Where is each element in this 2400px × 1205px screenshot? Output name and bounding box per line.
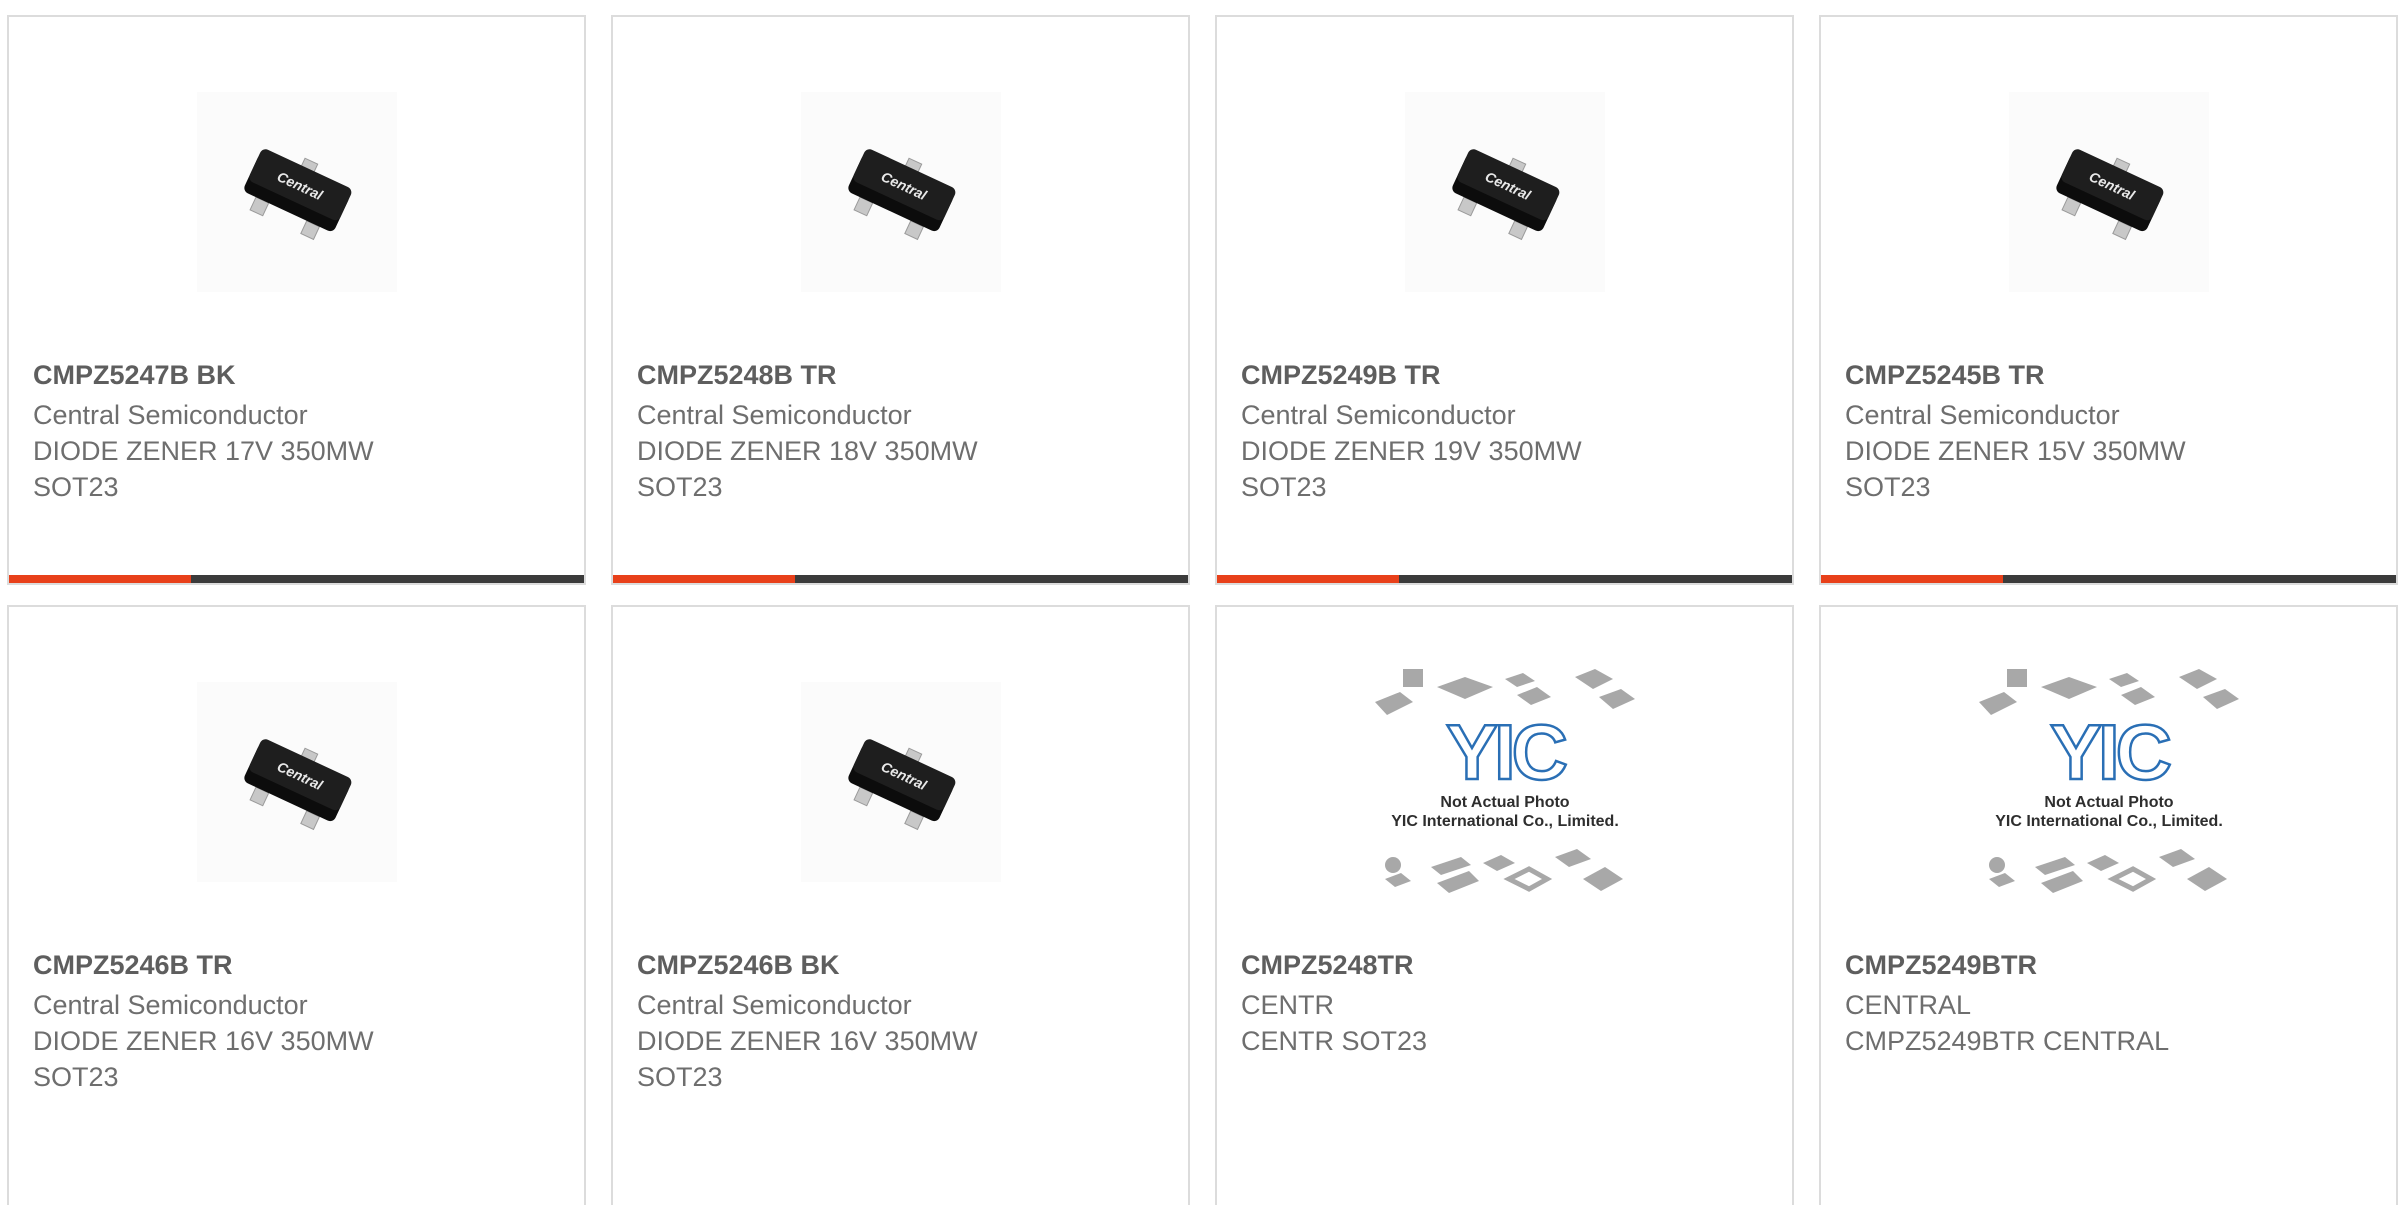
product-image: Central [613,677,1188,887]
product-image: Central [9,677,584,887]
sot23-chip-icon: Central [800,92,1001,292]
sot23-chip-icon: Central [196,92,397,292]
manufacturer: Central Semiconductor [1845,400,2120,430]
product-image: YIC Not Actual Photo YIC International Co.… [1217,669,1792,893]
product-info: CMPZ5246B TR Central Semiconductor DIODE… [33,947,564,1095]
package: SOT23 [33,472,119,502]
manufacturer: Central Semiconductor [33,990,308,1020]
card-accent-bar [1217,575,1399,583]
card-accent-bar [9,575,191,583]
manufacturer: Central Semiconductor [33,400,308,430]
product-image: Central [1821,87,2396,297]
card-accent-bar [1821,575,2003,583]
part-number[interactable]: CMPZ5246B BK [637,947,1168,983]
product-card[interactable]: YIC Not Actual Photo YIC International Co.… [1215,605,1794,1205]
product-info: CMPZ5248B TR Central Semiconductor DIODE… [637,357,1168,505]
description: CENTR SOT23 [1241,1026,1428,1056]
product-info: CMPZ5249BTR CENTRAL CMPZ5249BTR CENTRAL [1845,947,2376,1059]
part-number[interactable]: CMPZ5249BTR [1845,947,2376,983]
svg-text:Not Actual Photo: Not Actual Photo [1440,794,1569,811]
product-info: CMPZ5248TR CENTR CENTR SOT23 [1241,947,1772,1059]
sot23-chip-icon: Central [800,682,1001,882]
package: SOT23 [1241,472,1327,502]
product-card[interactable]: YIC Not Actual Photo YIC International Co.… [1819,605,2398,1205]
description: DIODE ZENER 18V 350MW [637,436,978,466]
manufacturer: CENTR [1241,990,1334,1020]
product-card[interactable]: Central CMPZ5248B TR Central Semiconduct… [611,15,1190,585]
package: SOT23 [1845,472,1931,502]
description: DIODE ZENER 16V 350MW [637,1026,978,1056]
card-bottom-bar [1217,575,1792,583]
description: CMPZ5249BTR CENTRAL [1845,1026,2170,1056]
svg-text:YIC: YIC [2049,708,2170,796]
sot23-chip-icon: Central [2008,92,2209,292]
product-image: YIC Not Actual Photo YIC International Co.… [1821,669,2396,893]
product-card[interactable]: Central CMPZ5246B TR Central Semiconduct… [7,605,586,1205]
product-grid: Central CMPZ5247B BK Central Semiconduct… [7,15,2398,1205]
description: DIODE ZENER 15V 350MW [1845,436,2186,466]
part-number[interactable]: CMPZ5249B TR [1241,357,1772,393]
manufacturer: Central Semiconductor [637,990,912,1020]
description: DIODE ZENER 19V 350MW [1241,436,1582,466]
sot23-chip-icon: Central [196,682,397,882]
product-card[interactable]: Central CMPZ5246B BK Central Semiconduct… [611,605,1190,1205]
description: DIODE ZENER 16V 350MW [33,1026,374,1056]
package: SOT23 [637,472,723,502]
manufacturer: Central Semiconductor [1241,400,1516,430]
description: DIODE ZENER 17V 350MW [33,436,374,466]
product-info: CMPZ5246B BK Central Semiconductor DIODE… [637,947,1168,1095]
yic-placeholder-image: YICNot Actual Photo YIC International Co.… [1978,669,2239,893]
yic-placeholder-image: YICNot Actual Photo YIC International Co.… [1374,669,1635,893]
product-image: Central [1217,87,1792,297]
svg-text:YIC: YIC [1445,708,1566,796]
manufacturer: Central Semiconductor [637,400,912,430]
package: SOT23 [33,1062,119,1092]
sot23-chip-icon: Central [1404,92,1605,292]
product-info: CMPZ5249B TR Central Semiconductor DIODE… [1241,357,1772,505]
part-number[interactable]: CMPZ5248B TR [637,357,1168,393]
card-bottom-bar [613,575,1188,583]
card-accent-bar [613,575,795,583]
svg-text:Not Actual Photo: Not Actual Photo [2044,794,2173,811]
manufacturer: CENTRAL [1845,990,1972,1020]
part-number[interactable]: CMPZ5247B BK [33,357,564,393]
product-info: CMPZ5245B TR Central Semiconductor DIODE… [1845,357,2376,505]
part-number[interactable]: CMPZ5246B TR [33,947,564,983]
package: SOT23 [637,1062,723,1092]
svg-text:YIC International Co., Limited: YIC International Co., Limited. [1995,813,2223,830]
card-bottom-bar [1821,575,2396,583]
product-info: CMPZ5247B BK Central Semiconductor DIODE… [33,357,564,505]
product-card[interactable]: Central CMPZ5247B BK Central Semiconduct… [7,15,586,585]
product-image: Central [9,87,584,297]
product-card[interactable]: Central CMPZ5245B TR Central Semiconduct… [1819,15,2398,585]
card-bottom-bar [9,575,584,583]
product-card[interactable]: Central CMPZ5249B TR Central Semiconduct… [1215,15,1794,585]
part-number[interactable]: CMPZ5245B TR [1845,357,2376,393]
part-number[interactable]: CMPZ5248TR [1241,947,1772,983]
svg-text:YIC International Co., Limited: YIC International Co., Limited. [1391,813,1619,830]
product-image: Central [613,87,1188,297]
